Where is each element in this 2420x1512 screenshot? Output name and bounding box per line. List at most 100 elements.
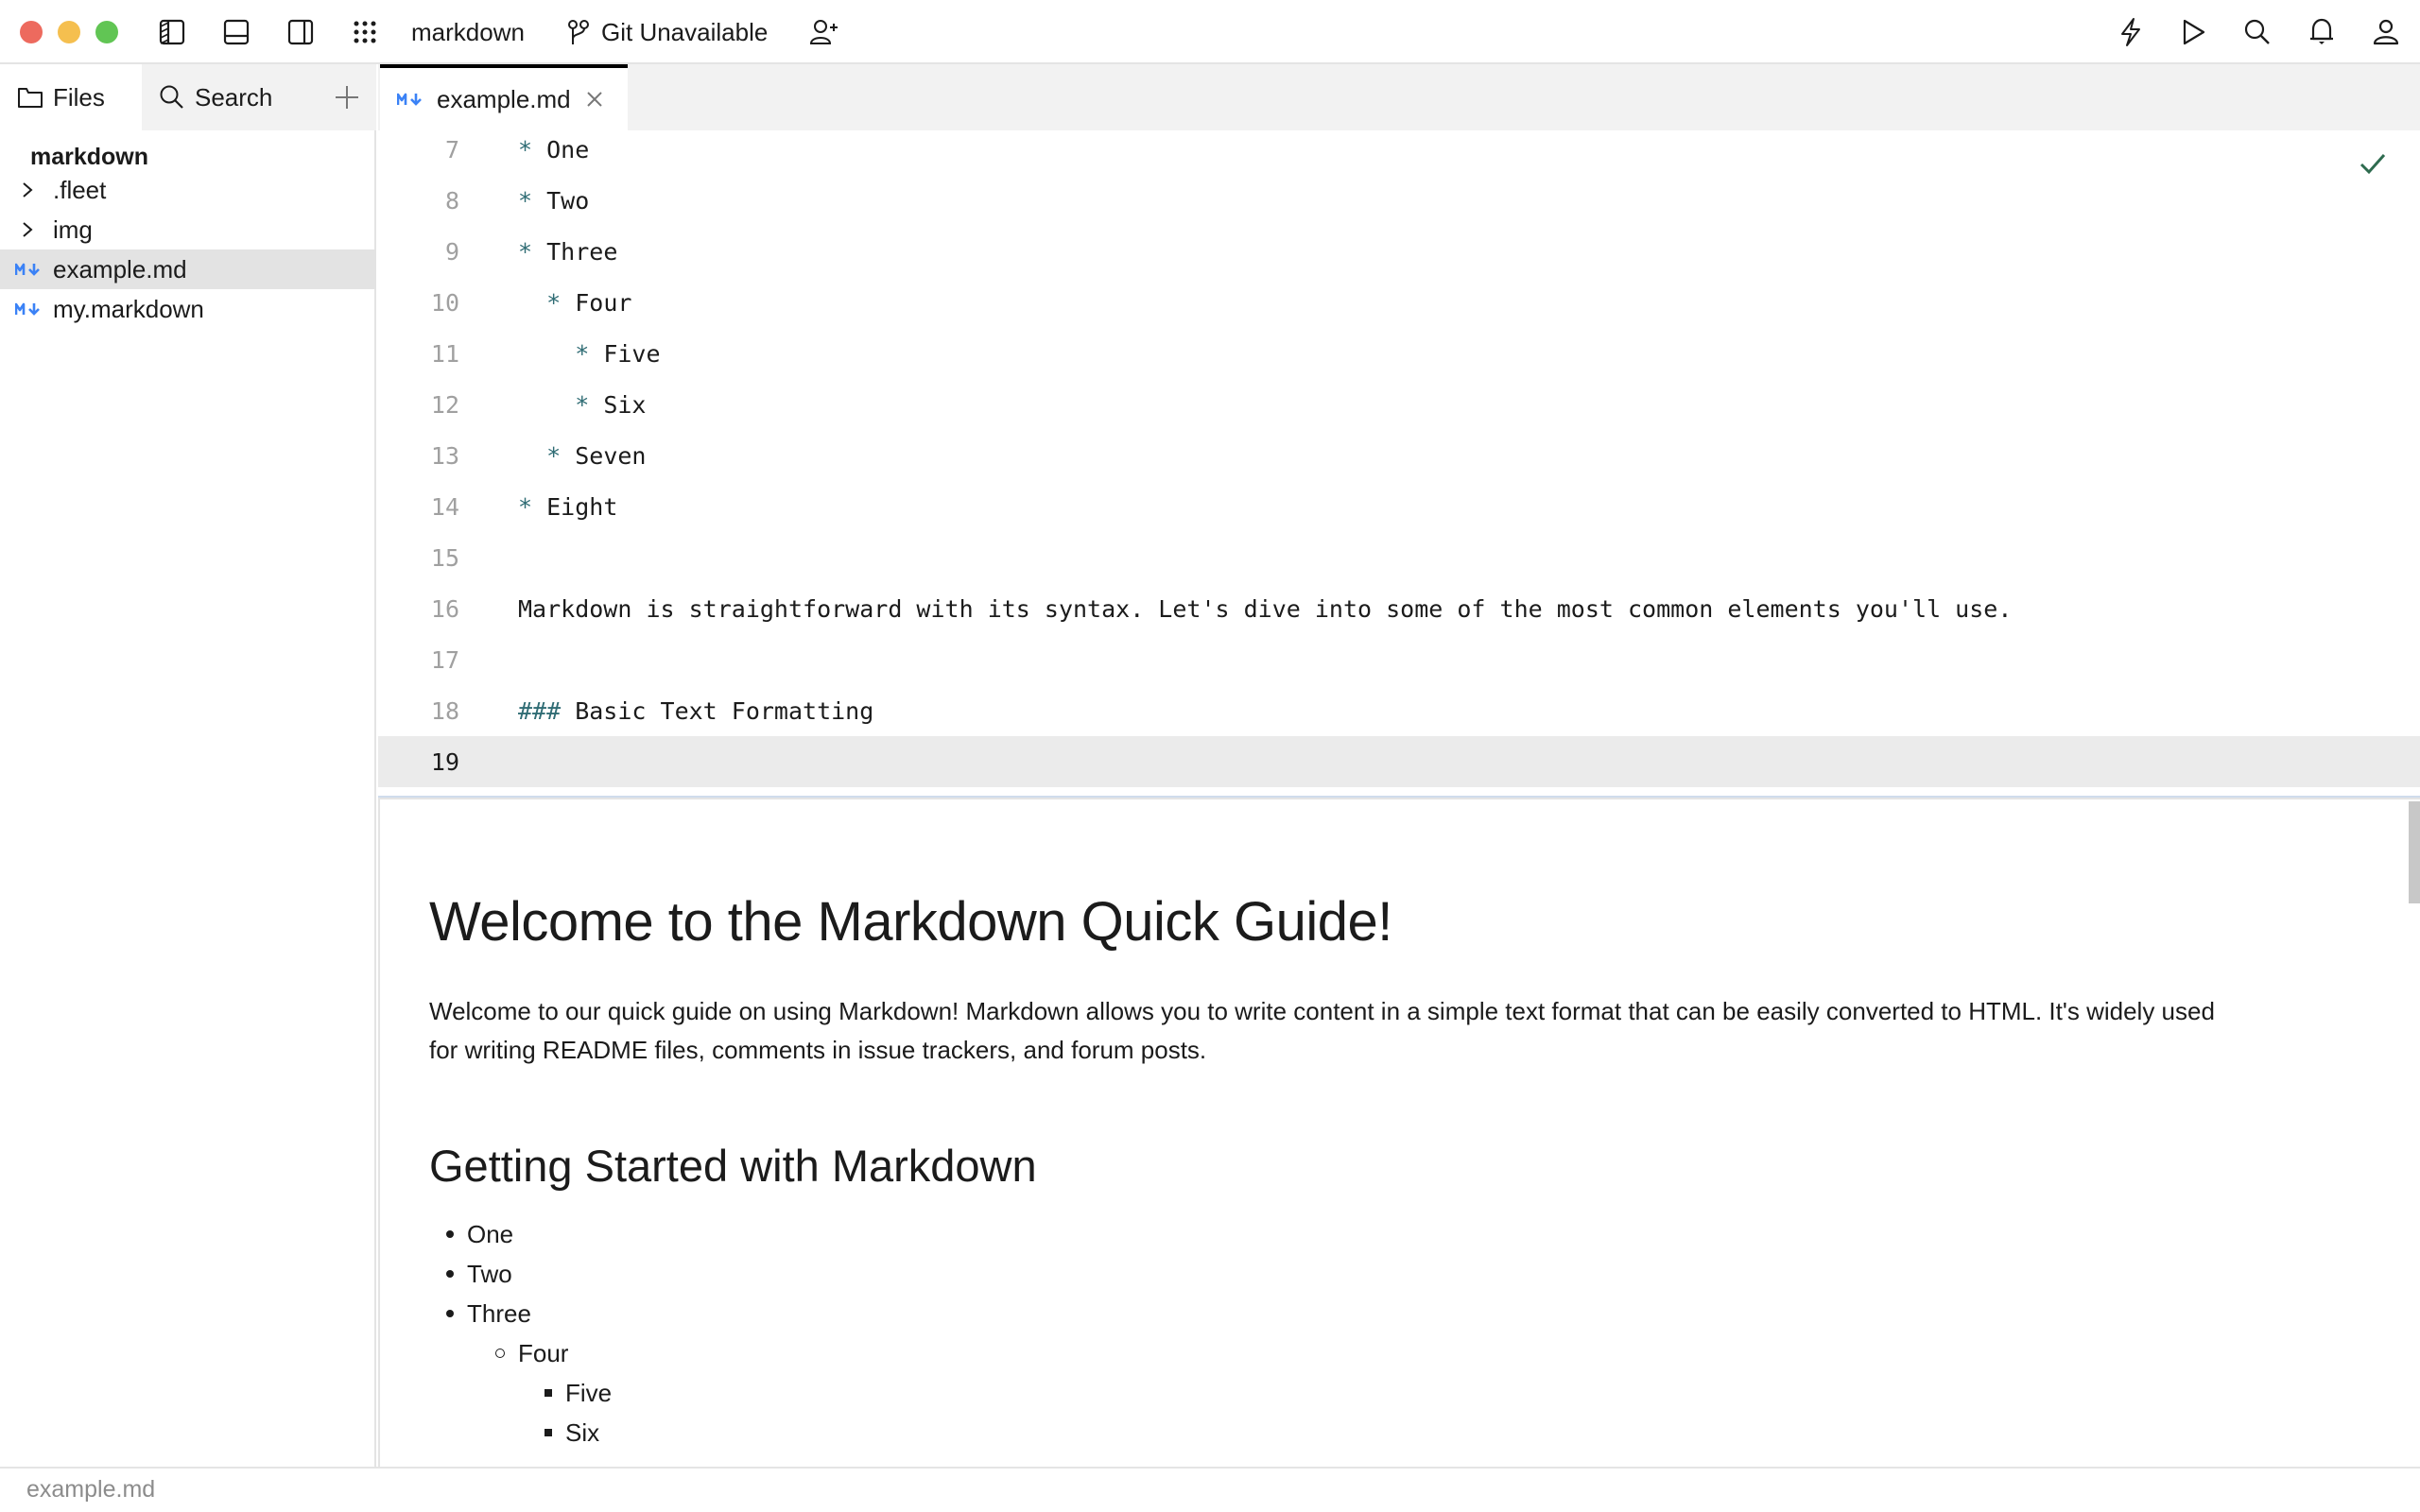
code-line[interactable]: 20Text in Markdown can be formatted to a…	[378, 787, 2420, 796]
tree-item-example-md[interactable]: example.md	[0, 249, 376, 289]
code-text: * Six	[518, 391, 646, 419]
run-icon[interactable]	[2176, 15, 2210, 49]
code-line[interactable]: 19	[378, 736, 2420, 787]
app-grid-icon[interactable]	[348, 15, 382, 49]
lightning-icon[interactable]	[2114, 15, 2148, 49]
code-text: * Three	[518, 238, 617, 266]
line-number[interactable]: 19	[378, 748, 459, 776]
close-tab-icon[interactable]	[586, 91, 603, 108]
line-number[interactable]: 12	[378, 391, 459, 419]
line-number[interactable]: 13	[378, 442, 459, 470]
line-number[interactable]: 7	[378, 136, 459, 163]
tab-search[interactable]: Search	[142, 64, 312, 130]
tree-item-img[interactable]: img	[0, 210, 376, 249]
bullet-icon	[446, 1230, 454, 1238]
markdown-preview: Welcome to the Markdown Quick Guide! Wel…	[378, 799, 2420, 1467]
line-number[interactable]: 15	[378, 544, 459, 572]
preview-heading-2: Getting Started with Markdown	[429, 1141, 1037, 1191]
editor-tab-bar: example.md	[378, 64, 2420, 130]
user-icon[interactable]	[2369, 15, 2403, 49]
tab-files[interactable]: Files	[0, 64, 142, 130]
code-text: ### Basic Text Formatting	[518, 697, 873, 725]
git-status[interactable]: Git Unavailable	[601, 17, 768, 47]
preview-scrollbar[interactable]	[2409, 801, 2420, 903]
text-token: Three	[546, 237, 618, 266]
code-line[interactable]: 8 * Two	[378, 175, 2420, 226]
tree-item-label: example.md	[53, 254, 187, 284]
code-line[interactable]: 10 * Four	[378, 277, 2420, 328]
status-file-path[interactable]: example.md	[26, 1476, 155, 1503]
list-item-text: Four	[518, 1338, 569, 1367]
line-number[interactable]: 10	[378, 289, 459, 317]
markdown-file-icon	[397, 92, 425, 107]
list-item-text: Two	[467, 1259, 512, 1288]
tab-files-label: Files	[53, 82, 105, 112]
markup-token: ###	[518, 696, 562, 725]
code-line[interactable]: 13 * Seven	[378, 430, 2420, 481]
tree-item-label: my.markdown	[53, 294, 204, 323]
code-line[interactable]: 18 ### Basic Text Formatting	[378, 685, 2420, 736]
line-number[interactable]: 11	[378, 340, 459, 368]
bell-icon[interactable]	[2305, 15, 2339, 49]
code-line[interactable]: 14 * Eight	[378, 481, 2420, 532]
line-number[interactable]: 16	[378, 595, 459, 623]
tree-item-fleet[interactable]: .fleet	[0, 170, 376, 210]
bottom-panel-toggle-icon[interactable]	[219, 15, 253, 49]
preview-heading-1: Welcome to the Markdown Quick Guide!	[429, 891, 1392, 953]
code-line[interactable]: 16 Markdown is straightforward with its s…	[378, 583, 2420, 634]
code-text: * Eight	[518, 493, 617, 521]
code-text: * Five	[518, 339, 660, 368]
preview-paragraph-line-1: Welcome to our quick guide on using Mark…	[429, 997, 2215, 1025]
line-number[interactable]: 8	[378, 187, 459, 215]
check-icon	[2354, 146, 2392, 183]
markup-token: *	[575, 339, 604, 368]
list-item-text: Six	[565, 1418, 600, 1447]
code-editor[interactable]: 7 * One 8 * Two 9 * Three 10 * Four 11 * Five 12…	[378, 130, 2420, 796]
markup-token: *	[518, 135, 547, 163]
preview-paragraph-line-2: for writing README files, comments in is…	[429, 1036, 1207, 1064]
code-line[interactable]: 15	[378, 532, 2420, 583]
code-text: Markdown is straightforward with its syn…	[518, 595, 2012, 623]
chevron-right-icon[interactable]	[21, 220, 40, 239]
project-name[interactable]: markdown	[411, 17, 525, 47]
code-line[interactable]: 12 * Six	[378, 379, 2420, 430]
text-token: One	[546, 135, 590, 163]
text-token: Eight	[546, 492, 618, 521]
text-token: Seven	[575, 441, 647, 470]
search-icon	[159, 84, 185, 111]
tab-label: example.md	[437, 84, 571, 113]
list-item: Six	[544, 1414, 599, 1452]
list-item-text: Five	[565, 1378, 613, 1407]
window-maximize-button[interactable]	[95, 21, 118, 43]
right-panel-toggle-icon[interactable]	[284, 15, 318, 49]
side-tab-bar: Files Search	[0, 64, 376, 130]
markup-token: *	[518, 186, 547, 215]
title-bar: markdown Git Unavailable	[0, 0, 2420, 64]
chevron-right-icon[interactable]	[21, 180, 40, 199]
markup-token: *	[546, 441, 576, 470]
left-panel-toggle-icon[interactable]	[155, 15, 189, 49]
code-text: * Two	[518, 187, 589, 215]
search-icon[interactable]	[2240, 15, 2274, 49]
line-number[interactable]: 18	[378, 697, 459, 725]
add-user-icon[interactable]	[807, 15, 841, 49]
line-number[interactable]: 14	[378, 493, 459, 521]
code-line[interactable]: 9 * Three	[378, 226, 2420, 277]
code-line[interactable]: 7 * One	[378, 130, 2420, 175]
line-number[interactable]: 17	[378, 646, 459, 674]
text-token: Basic Text Formatting	[561, 696, 874, 725]
add-tab-button[interactable]	[331, 81, 363, 113]
list-item: Three	[446, 1295, 531, 1332]
window-close-button[interactable]	[20, 21, 43, 43]
project-root[interactable]: markdown	[30, 144, 148, 171]
line-number[interactable]: 9	[378, 238, 459, 266]
tab-example-md[interactable]: example.md	[380, 64, 628, 130]
code-line[interactable]: 11 * Five	[378, 328, 2420, 379]
tree-item-my-markdown[interactable]: my.markdown	[0, 289, 376, 329]
window-minimize-button[interactable]	[58, 21, 80, 43]
text-token: Markdown is straightforward with its syn…	[518, 594, 2013, 623]
code-line[interactable]: 17	[378, 634, 2420, 685]
code-text: * One	[518, 136, 589, 163]
